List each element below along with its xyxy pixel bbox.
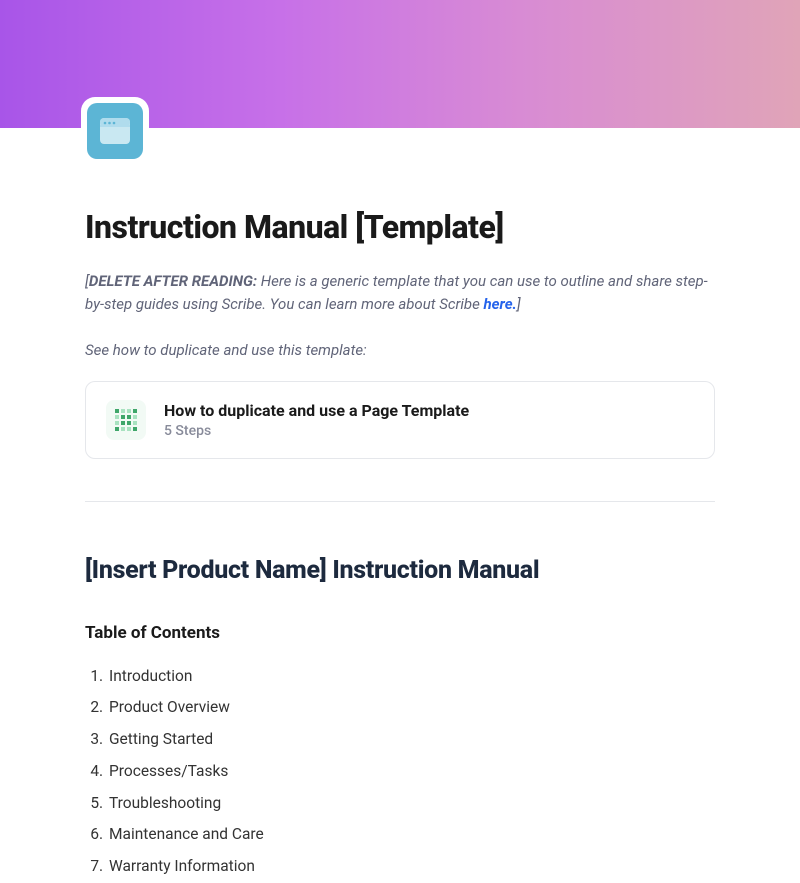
list-item: Processes/Tasks	[107, 756, 715, 788]
template-card-text: How to duplicate and use a Page Template…	[164, 401, 469, 439]
delete-note: [DELETE AFTER READING: Here is a generic…	[85, 270, 715, 317]
list-item: Introduction	[107, 661, 715, 693]
section-heading: [Insert Product Name] Instruction Manual	[85, 556, 715, 585]
scribe-link[interactable]: here.	[484, 295, 517, 313]
toc-heading: Table of Contents	[85, 623, 715, 643]
list-item: Product Overview	[107, 692, 715, 724]
bracket-close: ]	[517, 295, 521, 313]
list-item: Getting Started	[107, 724, 715, 756]
template-card[interactable]: How to duplicate and use a Page Template…	[85, 381, 715, 459]
window-icon	[87, 103, 143, 159]
divider	[85, 501, 715, 502]
list-item: Warranty Information	[107, 851, 715, 883]
template-card-title: How to duplicate and use a Page Template	[164, 401, 469, 420]
list-item: Maintenance and Care	[107, 819, 715, 851]
grid-icon	[106, 400, 146, 440]
page-title: Instruction Manual [Template]	[85, 128, 715, 246]
list-item: Troubleshooting	[107, 788, 715, 820]
content-wrapper: Instruction Manual [Template] [DELETE AF…	[0, 128, 800, 883]
toc-list: Introduction Product Overview Getting St…	[85, 661, 715, 883]
template-card-steps: 5 Steps	[164, 423, 469, 439]
see-how-text: See how to duplicate and use this templa…	[85, 341, 715, 359]
delete-warning: DELETE AFTER READING:	[89, 272, 257, 290]
page-icon-wrapper	[81, 97, 149, 165]
